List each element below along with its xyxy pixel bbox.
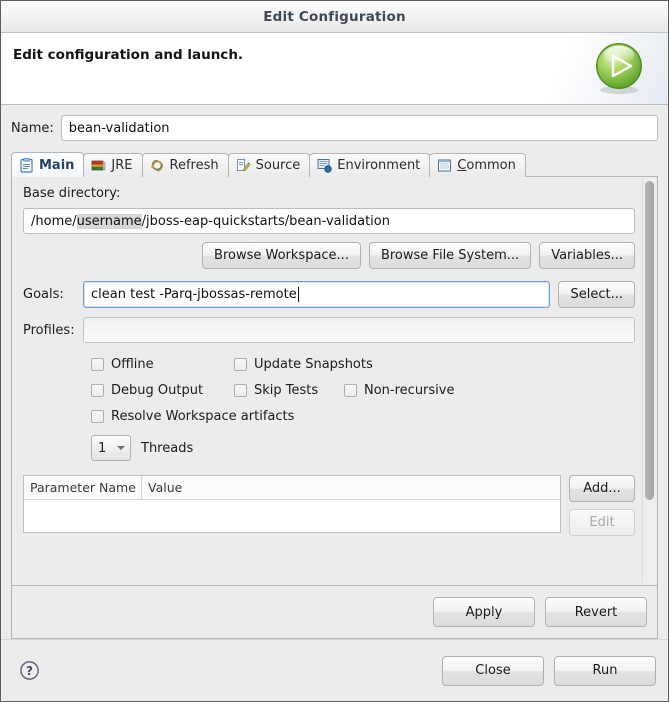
parameters-table[interactable]: Parameter Name Value [23,475,561,533]
base-directory-label: Base directory: [23,186,635,201]
checkbox-line-1: Offline Update Snapshots [91,357,635,372]
checkbox-skip-tests[interactable]: Skip Tests [234,383,344,398]
tab-common-label: Common [457,158,516,173]
base-directory-username: username [77,214,142,229]
edit-parameter-button: Edit [569,509,635,536]
checkbox-box[interactable] [234,358,247,371]
help-question-icon[interactable]: ? [19,660,40,681]
checkbox-box[interactable] [91,384,104,397]
threads-row: 1 Threads [23,435,635,461]
parameters-buttons: Add... Edit [569,475,635,536]
apply-button[interactable]: Apply [433,597,535,627]
refresh-icon [150,158,165,173]
tab-jre-label: JRE [111,158,132,173]
threads-select[interactable]: 1 [91,435,131,461]
checkbox-line-2: Debug Output Skip Tests Non-recursive [91,383,635,398]
checkbox-box[interactable] [234,384,247,397]
checkbox-line-3: Resolve Workspace artifacts [91,409,635,424]
dialog-body: Name: bean-validation Main [1,105,668,639]
svg-text:?: ? [26,664,33,678]
tab-common-mnemonic: C [457,158,466,173]
checkbox-update-snapshots-label: Update Snapshots [254,357,373,372]
chevron-down-icon [117,446,125,450]
options-checkbox-group: Offline Update Snapshots Debug Output [23,357,635,424]
table-header-row: Parameter Name Value [24,476,560,500]
name-label: Name: [11,121,54,136]
tab-common[interactable]: Common [429,153,526,177]
revert-button[interactable]: Revert [545,597,647,627]
checkbox-box[interactable] [91,410,104,423]
checkbox-resolve-workspace-artifacts-label: Resolve Workspace artifacts [111,409,294,424]
tab-source[interactable]: Source [228,153,311,177]
name-input-value: bean-validation [69,121,170,136]
browse-workspace-button[interactable]: Browse Workspace... [202,242,361,269]
text-caret [298,287,299,302]
checkbox-debug-output[interactable]: Debug Output [91,383,234,398]
dialog-banner: Edit configuration and launch. [1,33,668,105]
table-body-empty[interactable] [24,500,560,533]
goals-label: Goals: [23,287,75,302]
tab-jre[interactable]: JRE [83,153,142,177]
tab-environment[interactable]: Environment [309,153,430,177]
environment-icon [317,158,332,173]
checkbox-box[interactable] [91,358,104,371]
source-edit-icon [236,158,251,173]
books-icon [91,158,106,173]
edit-configuration-dialog: Edit Configuration Edit configuration an… [0,0,669,702]
tab-refresh-label: Refresh [170,158,219,173]
run-button[interactable]: Run [554,656,656,686]
panel-vertical-scrollbar[interactable] [642,179,655,583]
scrollbar-thumb[interactable] [645,181,654,500]
base-directory-section: Base directory: /home/username/jboss-eap… [23,186,635,269]
common-icon [437,158,452,173]
checkbox-offline[interactable]: Offline [91,357,234,372]
panel-scroll-area: Base directory: /home/username/jboss-eap… [12,177,657,585]
tab-source-label: Source [256,158,301,173]
window-titlebar: Edit Configuration [1,1,668,33]
profiles-input[interactable] [83,317,635,343]
goals-select-button[interactable]: Select... [558,281,635,308]
add-parameter-button[interactable]: Add... [569,475,635,502]
threads-label: Threads [141,441,193,456]
checkbox-box[interactable] [344,384,357,397]
variables-button[interactable]: Variables... [539,242,635,269]
column-header-value[interactable]: Value [142,476,188,499]
profiles-row: Profiles: [23,317,635,343]
column-header-parameter-name[interactable]: Parameter Name [24,476,142,499]
tab-environment-label: Environment [337,158,420,173]
close-button[interactable]: Close [442,656,544,686]
tab-main-label: Main [39,158,74,173]
run-launch-icon [592,41,646,97]
clipboard-icon [19,158,34,173]
base-directory-input[interactable]: /home/username/jboss-eap-quickstarts/bea… [23,208,635,234]
parameters-section: Parameter Name Value Add... Edit [23,475,635,536]
checkbox-resolve-workspace-artifacts[interactable]: Resolve Workspace artifacts [91,409,294,424]
name-row: Name: bean-validation [11,115,658,141]
checkbox-offline-label: Offline [111,357,154,372]
apply-revert-bar: Apply Revert [12,585,657,638]
browse-buttons-row: Browse Workspace... Browse File System..… [23,242,635,269]
base-directory-suffix: /jboss-eap-quickstarts/bean-validation [142,214,390,229]
tab-panel-main: Base directory: /home/username/jboss-eap… [11,176,658,639]
profiles-label: Profiles: [23,323,75,338]
checkbox-update-snapshots[interactable]: Update Snapshots [234,357,373,372]
base-directory-prefix: /home/ [31,214,77,229]
goals-input-value: clean test -Parq-jbossas-remote [91,287,297,302]
name-input[interactable]: bean-validation [61,115,658,141]
tab-refresh[interactable]: Refresh [142,153,229,177]
dialog-footer: ? Close Run [1,639,668,701]
browse-file-system-button[interactable]: Browse File System... [369,242,531,269]
goals-input[interactable]: clean test -Parq-jbossas-remote [83,281,550,308]
banner-title: Edit configuration and launch. [13,47,668,63]
tab-main[interactable]: Main [11,152,84,177]
goals-row: Goals: clean test -Parq-jbossas-remote S… [23,281,635,308]
threads-select-value: 1 [98,441,106,456]
checkbox-debug-output-label: Debug Output [111,383,203,398]
tab-common-rest: ommon [466,158,515,173]
window-title: Edit Configuration [263,9,406,25]
checkbox-non-recursive[interactable]: Non-recursive [344,383,454,398]
checkbox-skip-tests-label: Skip Tests [254,383,318,398]
tab-strip: Main JRE Refresh [11,152,658,177]
checkbox-non-recursive-label: Non-recursive [364,383,454,398]
